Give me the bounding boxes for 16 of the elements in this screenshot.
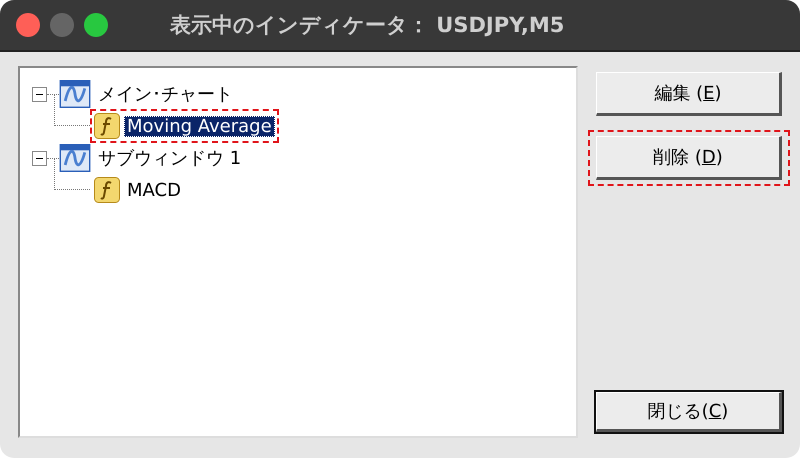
collapse-icon[interactable] [32,150,47,166]
close-button[interactable] [16,13,40,37]
tree-item[interactable]: Moving Average [124,116,275,136]
dialog-button[interactable]: 編集 (E) [596,72,782,116]
zoom-button[interactable] [84,13,108,37]
dialog-button[interactable]: 削除 (D) [596,136,782,180]
tree-item[interactable]: メイン･チャート [95,82,236,106]
window-title: 表示中のインディケータ： USDJPY,M5 [170,12,564,39]
function-icon [94,177,120,203]
dialog-button[interactable]: 閉じる(C) [596,392,782,432]
tree-item[interactable]: MACD [124,180,184,200]
chart-window-icon [59,144,91,172]
function-icon [94,113,120,139]
collapse-icon[interactable] [32,86,47,102]
tree-item[interactable]: サブウィンドウ 1 [95,146,244,170]
chart-window-icon [59,80,91,108]
